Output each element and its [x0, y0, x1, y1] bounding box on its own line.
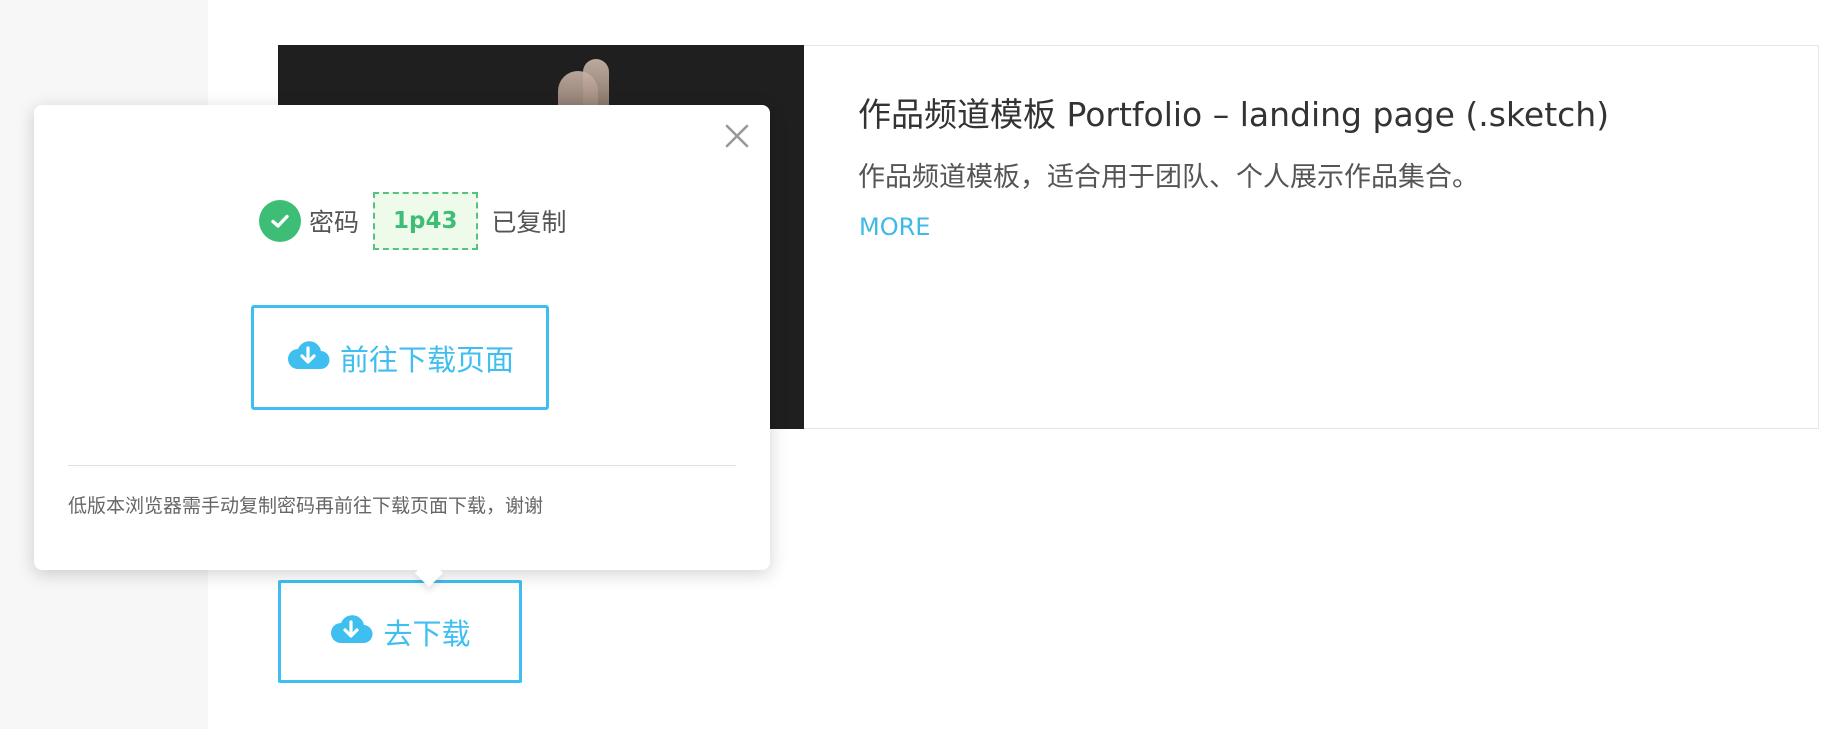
password-code[interactable]: 1p43 [373, 192, 478, 250]
goto-download-page-button[interactable]: 前往下载页面 [251, 305, 549, 410]
card-title[interactable]: 作品频道模板 Portfolio – landing page (.sketch… [858, 88, 1609, 136]
password-row: 密码 1p43 已复制 [259, 191, 567, 251]
close-icon[interactable] [720, 119, 754, 153]
more-link[interactable]: MORE [859, 213, 930, 241]
goto-download-page-label: 前往下载页面 [339, 342, 514, 377]
download-button[interactable]: 去下载 [278, 580, 522, 683]
download-button-label: 去下载 [383, 616, 471, 651]
browser-note: 低版本浏览器需手动复制密码再前往下载页面下载，谢谢 [68, 495, 544, 517]
check-icon [259, 200, 301, 242]
card-description: 作品频道模板，适合用于团队、个人展示作品集合。 [858, 162, 1479, 193]
copied-label: 已复制 [491, 208, 567, 237]
divider [68, 465, 736, 466]
cloud-download-icon [329, 611, 373, 652]
cloud-download-icon [286, 337, 330, 378]
password-popup: 密码 1p43 已复制 前往下载页面 低版本浏览器需手动复制密码再前往下载页面下… [34, 105, 770, 588]
password-label: 密码 [309, 208, 360, 237]
